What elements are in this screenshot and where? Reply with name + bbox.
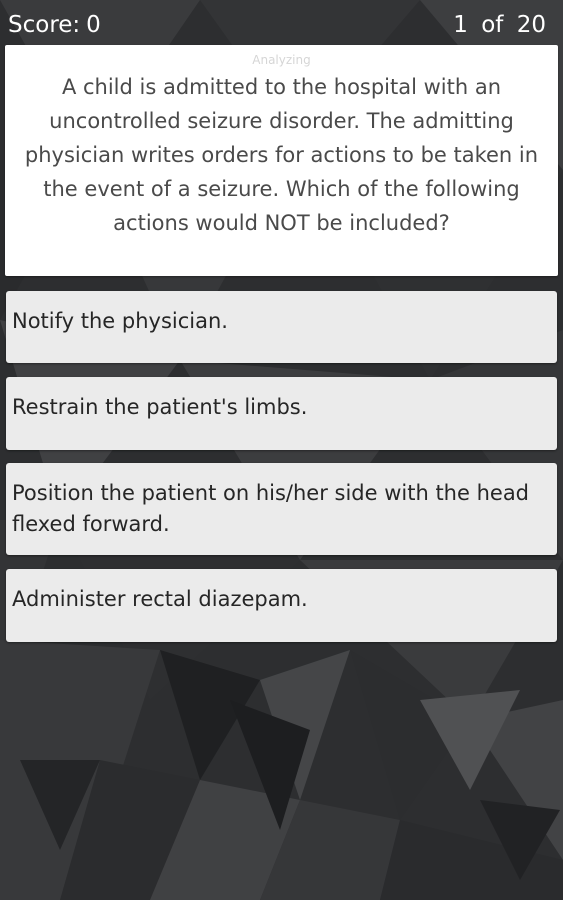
answer-option-2[interactable]: Restrain the patient's limbs. — [6, 377, 557, 450]
question-counter: 1 of 20 — [453, 11, 546, 39]
of-label: of — [481, 12, 504, 38]
question-text: A child is admitted to the hospital with… — [24, 75, 539, 235]
answer-option-label: Restrain the patient's limbs. — [12, 395, 308, 419]
score-label: Score: — [8, 12, 81, 38]
answer-option-label: Position the patient on his/her side wit… — [12, 481, 530, 536]
answer-option-1[interactable]: Notify the physician. — [6, 291, 557, 363]
question-card: Analyzing A child is admitted to the hos… — [5, 45, 558, 276]
answer-option-label: Administer rectal diazepam. — [12, 587, 308, 611]
current-question-number: 1 — [453, 12, 468, 38]
question-category: Analyzing — [252, 53, 311, 67]
top-bar: Score: 0 1 of 20 — [0, 0, 563, 46]
score-value: 0 — [86, 12, 101, 38]
answer-option-3[interactable]: Position the patient on his/her side wit… — [6, 463, 557, 555]
score-display: Score: 0 — [8, 11, 101, 39]
answer-option-label: Notify the physician. — [12, 309, 228, 333]
total-questions: 20 — [516, 12, 546, 38]
answer-option-4[interactable]: Administer rectal diazepam. — [6, 569, 557, 642]
